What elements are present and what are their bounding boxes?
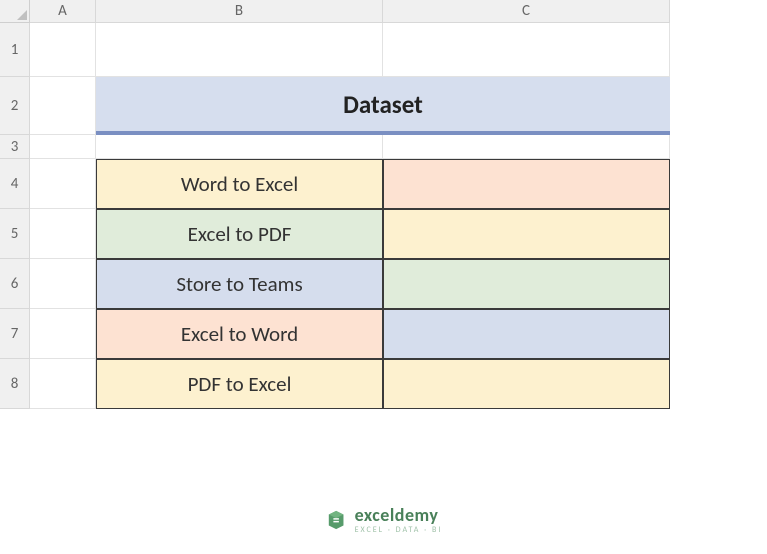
cell-A4[interactable] (30, 159, 96, 209)
cell-B8[interactable]: PDF to Excel (96, 359, 383, 409)
row-header-6[interactable]: 6 (0, 259, 30, 309)
cell-B3[interactable] (96, 135, 383, 159)
cell-A6[interactable] (30, 259, 96, 309)
spreadsheet-grid: A B C 1 2 Dataset 3 4 Word to Excel 5 Ex… (0, 0, 767, 409)
cell-A7[interactable] (30, 309, 96, 359)
col-header-A[interactable]: A (30, 0, 96, 23)
cell-A2[interactable] (30, 77, 96, 135)
select-all-corner[interactable] (0, 0, 30, 23)
watermark: exceldemy EXCEL · DATA · BI (325, 506, 443, 534)
cell-B4[interactable]: Word to Excel (96, 159, 383, 209)
row-header-2[interactable]: 2 (0, 77, 30, 135)
cell-C8[interactable] (383, 359, 670, 409)
cell-B8-text: PDF to Excel (188, 371, 292, 397)
row-header-8[interactable]: 8 (0, 359, 30, 409)
cell-B4-text: Word to Excel (181, 171, 298, 197)
cell-C4[interactable] (383, 159, 670, 209)
row-header-1[interactable]: 1 (0, 23, 30, 77)
dataset-title-text: Dataset (343, 89, 423, 120)
cell-C7[interactable] (383, 309, 670, 359)
cell-A3[interactable] (30, 135, 96, 159)
cell-B1[interactable] (96, 23, 383, 77)
cell-B5[interactable]: Excel to PDF (96, 209, 383, 259)
row-header-5[interactable]: 5 (0, 209, 30, 259)
row-header-3[interactable]: 3 (0, 135, 30, 159)
cell-B5-text: Excel to PDF (188, 221, 292, 247)
cell-A1[interactable] (30, 23, 96, 77)
col-header-C[interactable]: C (383, 0, 670, 23)
row-header-7[interactable]: 7 (0, 309, 30, 359)
watermark-tagline: EXCEL · DATA · BI (355, 526, 443, 534)
row-header-4[interactable]: 4 (0, 159, 30, 209)
cell-C6[interactable] (383, 259, 670, 309)
cell-B7-text: Excel to Word (181, 321, 298, 347)
cell-C3[interactable] (383, 135, 670, 159)
exceldemy-logo-icon (325, 509, 347, 531)
dataset-title[interactable]: Dataset (96, 77, 670, 135)
cell-B6[interactable]: Store to Teams (96, 259, 383, 309)
cell-A8[interactable] (30, 359, 96, 409)
cell-B7[interactable]: Excel to Word (96, 309, 383, 359)
cell-C1[interactable] (383, 23, 670, 77)
cell-B6-text: Store to Teams (176, 271, 302, 297)
col-header-B[interactable]: B (96, 0, 383, 23)
cell-A5[interactable] (30, 209, 96, 259)
watermark-name: exceldemy (355, 506, 443, 524)
cell-C5[interactable] (383, 209, 670, 259)
